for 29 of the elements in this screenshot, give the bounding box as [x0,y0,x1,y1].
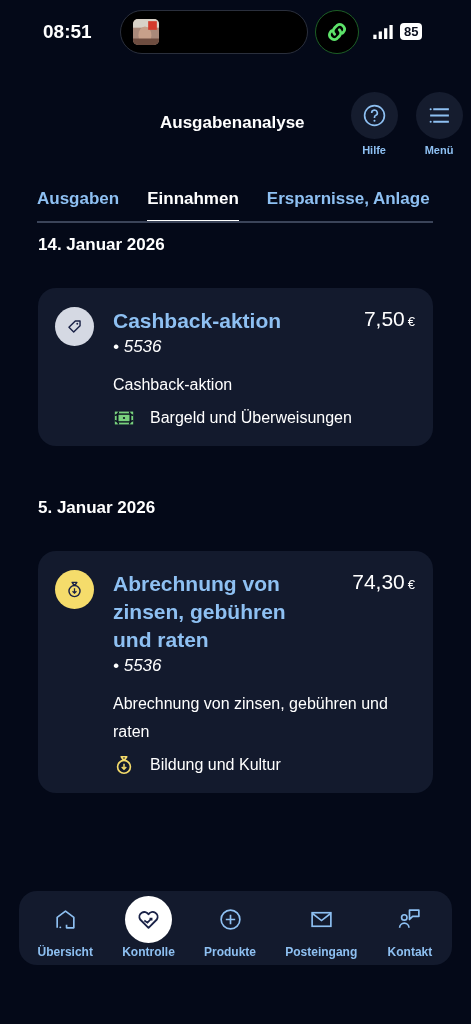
amount: 74,30€ [352,570,415,594]
account-number: • 5536 [113,656,163,676]
nav-item[interactable]: Posteingang [285,896,358,959]
tab[interactable]: Ausgaben [37,187,120,221]
transaction-card[interactable]: Cashback-aktion 7,50€ • 5536 Cashback-aktion Bargeld und Überweisungen [38,288,433,446]
transaction-description: Cashback-aktion [113,375,234,395]
help-icon [361,103,387,128]
battery-level: 85 [400,23,423,40]
tab[interactable]: Einnahmen [147,187,239,221]
date-heading: 5. Januar 2026 [38,498,157,518]
category-label: Bargeld und Überweisungen [150,409,352,427]
transaction-title: Abrechnung von zinsen, gebühren und raten [113,571,287,653]
nav-item[interactable]: Produkte [204,896,256,959]
amount: 7,50€ [363,307,415,331]
signal-icon [373,24,393,39]
nav-item[interactable]: Kontakt [386,896,434,959]
transaction-title: Cashback-aktion [113,308,282,334]
transaction-description: Abrechnung von zinsen, gebühren und raten [113,694,389,742]
nav-item[interactable]: Übersicht [37,896,93,959]
plus-icon [217,907,243,932]
clock-time: 08:51 [43,20,93,43]
account-number: • 5536 [113,337,163,357]
money-bag-icon [65,580,84,599]
transaction-card[interactable]: Abrechnung von zinsen, gebühren und raten 74,30€ • 5536 Abrechnung von zinsen, gebühren und raten Bildung und Kultur [38,551,433,793]
date-heading: 14. Januar 2026 [38,235,166,255]
page-title: Ausgabenanalyse [160,113,305,133]
category-label: Bildung und Kultur [150,756,281,774]
tab[interactable]: Ersparnisse, Anlage [266,187,430,221]
tag-icon [65,317,84,336]
